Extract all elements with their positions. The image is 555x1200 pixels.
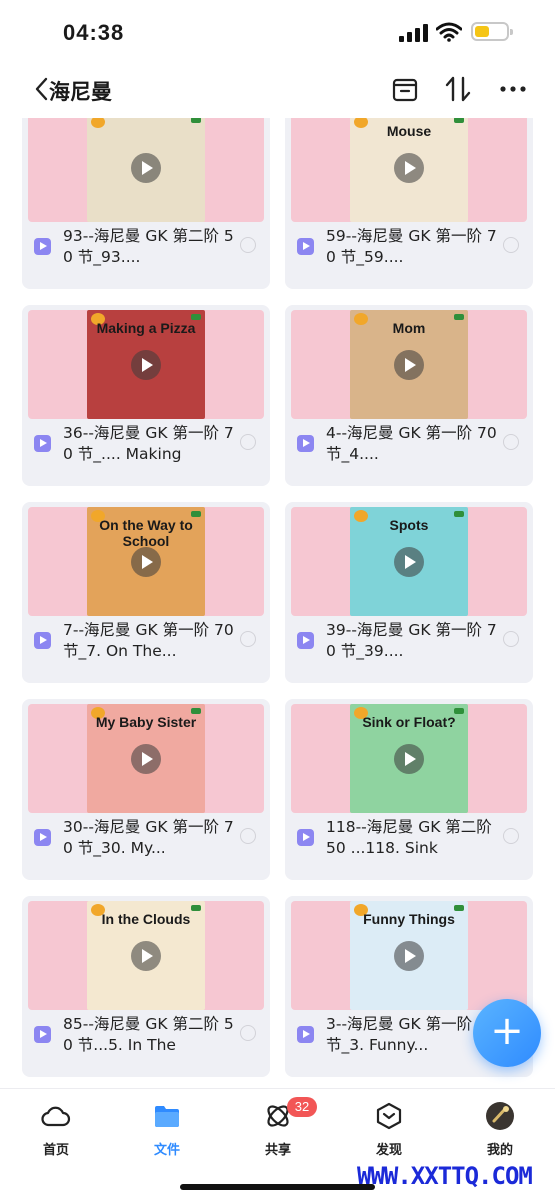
avatar-icon (486, 1102, 514, 1130)
level-badge-icon (191, 118, 201, 123)
more-dots-icon[interactable] (498, 74, 528, 104)
file-card[interactable]: On the Way to School 7--海尼曼 GK 第一阶 70 节_7… (22, 502, 270, 683)
cover-title: Mom (392, 320, 426, 336)
video-thumbnail[interactable]: Mouse (291, 118, 527, 222)
tab-discover[interactable]: 发现 (349, 1101, 429, 1158)
file-grid: 93--海尼曼 GK 第二阶 50 节_93.... Mouse 59--海尼曼 G… (0, 118, 555, 1088)
play-icon[interactable] (131, 153, 161, 183)
cover-title: In the Clouds (101, 911, 191, 927)
video-thumbnail[interactable]: In the Clouds (28, 901, 264, 1010)
battery-icon (471, 22, 513, 41)
file-card[interactable]: Mouse 59--海尼曼 GK 第一阶 70 节_59.... (285, 118, 533, 289)
tab-mine-label: 我的 (486, 1143, 513, 1158)
watermark: WWW.XXTTQ.COM (357, 1162, 533, 1190)
play-icon[interactable] (394, 744, 424, 774)
sort-arrows-icon[interactable] (444, 74, 474, 104)
file-title: 85--海尼曼 GK 第二阶 50 节...5. In The (63, 1015, 234, 1054)
cover-title: Funny Things (363, 911, 455, 927)
cover-title: On the Way to School (99, 517, 193, 549)
publisher-logo-icon (91, 118, 105, 128)
tab-share-label: 共享 (264, 1143, 291, 1158)
file-title: 4--海尼曼 GK 第一阶 70 节_4.... (326, 424, 497, 463)
play-icon[interactable] (394, 547, 424, 577)
file-title: 59--海尼曼 GK 第一阶 70 节_59.... (326, 227, 497, 266)
video-file-icon (34, 632, 51, 649)
cover-title: Making a Pizza (96, 320, 196, 336)
select-radio[interactable] (503, 434, 519, 450)
tab-discover-label: 发现 (375, 1143, 402, 1158)
tab-files[interactable]: 文件 (127, 1101, 207, 1158)
select-radio[interactable] (503, 828, 519, 844)
video-thumbnail[interactable]: Sink or Float? (291, 704, 527, 813)
video-thumbnail[interactable]: Funny Things (291, 901, 527, 1010)
video-file-icon (297, 238, 314, 255)
select-radio[interactable] (240, 631, 256, 647)
tab-files-label: 文件 (153, 1143, 180, 1158)
file-card[interactable]: Making a Pizza 36--海尼曼 GK 第一阶 70 节_.... M… (22, 305, 270, 486)
video-thumbnail[interactable]: Spots (291, 507, 527, 616)
home-indicator (180, 1184, 375, 1190)
play-icon[interactable] (131, 350, 161, 380)
file-card[interactable]: My Baby Sister 30--海尼曼 GK 第一阶 70 节_30. My… (22, 699, 270, 880)
file-title: 30--海尼曼 GK 第一阶 70 节_30. My... (63, 818, 234, 857)
cover-title: My Baby Sister (95, 714, 197, 730)
cellular-signal-icon (399, 24, 429, 42)
video-thumbnail[interactable]: Making a Pizza (28, 310, 264, 419)
nav-bar: 海尼曼 (0, 66, 555, 116)
file-card[interactable]: In the Clouds 85--海尼曼 GK 第二阶 50 节...5. In… (22, 896, 270, 1077)
select-radio[interactable] (503, 631, 519, 647)
play-icon[interactable] (394, 941, 424, 971)
video-thumbnail[interactable]: My Baby Sister (28, 704, 264, 813)
select-radio[interactable] (240, 434, 256, 450)
page-title: 海尼曼 (49, 80, 112, 104)
tab-mine[interactable]: 我的 (460, 1101, 540, 1158)
discover-box-icon (376, 1102, 402, 1130)
share-count-badge: 32 (287, 1097, 317, 1117)
file-card[interactable]: 93--海尼曼 GK 第二阶 50 节_93.... (22, 118, 270, 289)
status-bar: 04:38 (0, 0, 555, 66)
video-file-icon (297, 435, 314, 452)
play-icon[interactable] (394, 350, 424, 380)
file-card[interactable]: Mom 4--海尼曼 GK 第一阶 70 节_4.... (285, 305, 533, 486)
video-file-icon (297, 1026, 314, 1043)
play-icon[interactable] (394, 153, 424, 183)
video-file-icon (34, 238, 51, 255)
cover-title: Mouse (386, 123, 432, 139)
play-icon[interactable] (131, 941, 161, 971)
video-file-icon (297, 632, 314, 649)
folder-icon (155, 1106, 179, 1127)
select-radio[interactable] (240, 237, 256, 253)
file-title: 36--海尼曼 GK 第一阶 70 节_.... Making (63, 424, 234, 463)
video-thumbnail[interactable]: Mom (291, 310, 527, 419)
cover-title: Spots (389, 517, 429, 533)
file-grid-inner: 93--海尼曼 GK 第二阶 50 节_93.... Mouse 59--海尼曼 G… (22, 118, 533, 1077)
video-file-icon (34, 829, 51, 846)
video-file-icon (297, 829, 314, 846)
select-radio[interactable] (503, 237, 519, 253)
file-title: 118--海尼曼 GK 第二阶 50 ...118. Sink (326, 818, 492, 857)
file-title: 93--海尼曼 GK 第二阶 50 节_93.... (63, 227, 234, 266)
select-radio[interactable] (240, 828, 256, 844)
cloud-home-icon (41, 1106, 71, 1127)
select-radio[interactable] (240, 1025, 256, 1041)
file-title: 7--海尼曼 GK 第一阶 70 节_7. On The... (63, 621, 234, 660)
file-card[interactable]: Sink or Float? 118--海尼曼 GK 第二阶 50 ...118.… (285, 699, 533, 880)
video-thumbnail[interactable]: On the Way to School (28, 507, 264, 616)
tab-home-label: 首页 (42, 1143, 69, 1158)
file-title: 39--海尼曼 GK 第一阶 70 节_39.... (326, 621, 497, 660)
cover-title: Sink or Float? (362, 714, 456, 730)
status-time: 04:38 (63, 20, 125, 45)
wifi-icon (436, 22, 462, 42)
play-icon[interactable] (131, 547, 161, 577)
video-thumbnail[interactable] (28, 118, 264, 222)
video-file-icon (34, 435, 51, 452)
file-card[interactable]: Spots 39--海尼曼 GK 第一阶 70 节_39.... (285, 502, 533, 683)
add-button[interactable]: + (473, 999, 541, 1067)
battery-level (475, 26, 490, 37)
video-file-icon (34, 1026, 51, 1043)
play-icon[interactable] (131, 744, 161, 774)
archive-box-icon[interactable] (390, 74, 420, 104)
tab-home[interactable]: 首页 (16, 1101, 96, 1158)
